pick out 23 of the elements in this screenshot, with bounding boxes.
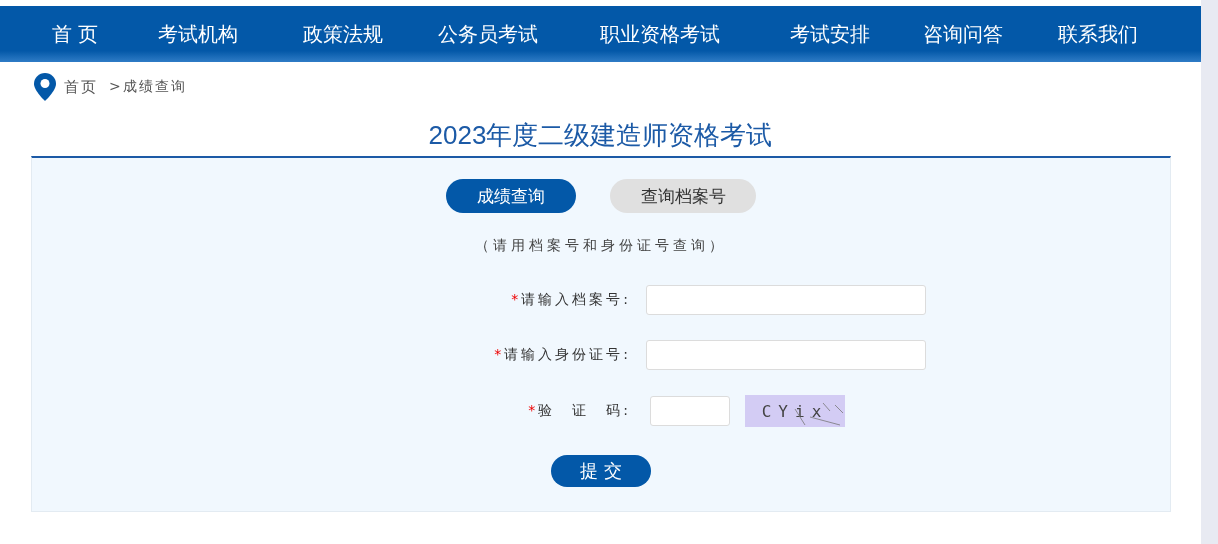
nav-link[interactable]: 政策法规 <box>275 20 410 48</box>
tab[interactable]: 查询档案号 <box>610 179 756 213</box>
nav-link[interactable]: 公务员考试 <box>410 20 565 48</box>
captcha-image[interactable]: CYix <box>745 395 845 427</box>
nav-link[interactable]: 咨询问答 <box>905 20 1020 48</box>
hint-text: （请用档案号和身份证号查询） <box>475 237 727 255</box>
nav-link[interactable]: 联系我们 <box>1020 20 1175 48</box>
field-label: *验 证 码: <box>527 402 632 420</box>
submit-button[interactable]: 提 交 <box>551 455 651 487</box>
nav-link[interactable]: 考试安排 <box>755 20 905 48</box>
nav-link[interactable]: 考试机构 <box>120 20 275 48</box>
input-field[interactable] <box>646 340 926 370</box>
breadcrumb-home-link[interactable]: 首页 <box>64 77 97 97</box>
input-field[interactable] <box>646 285 926 315</box>
field-label: *请输入身份证号: <box>493 346 632 364</box>
nav-link[interactable]: 首 页 <box>30 20 120 48</box>
tab[interactable]: 成绩查询 <box>446 179 576 213</box>
captcha-input-field[interactable] <box>650 396 730 426</box>
nav-link[interactable]: 职业资格考试 <box>565 20 755 48</box>
field-label: *请输入档案号: <box>510 291 632 309</box>
breadcrumb-current: >成绩查询 <box>109 78 187 96</box>
location-pin-icon <box>34 73 56 101</box>
page-title: 2023年度二级建造师资格考试 <box>427 119 774 152</box>
